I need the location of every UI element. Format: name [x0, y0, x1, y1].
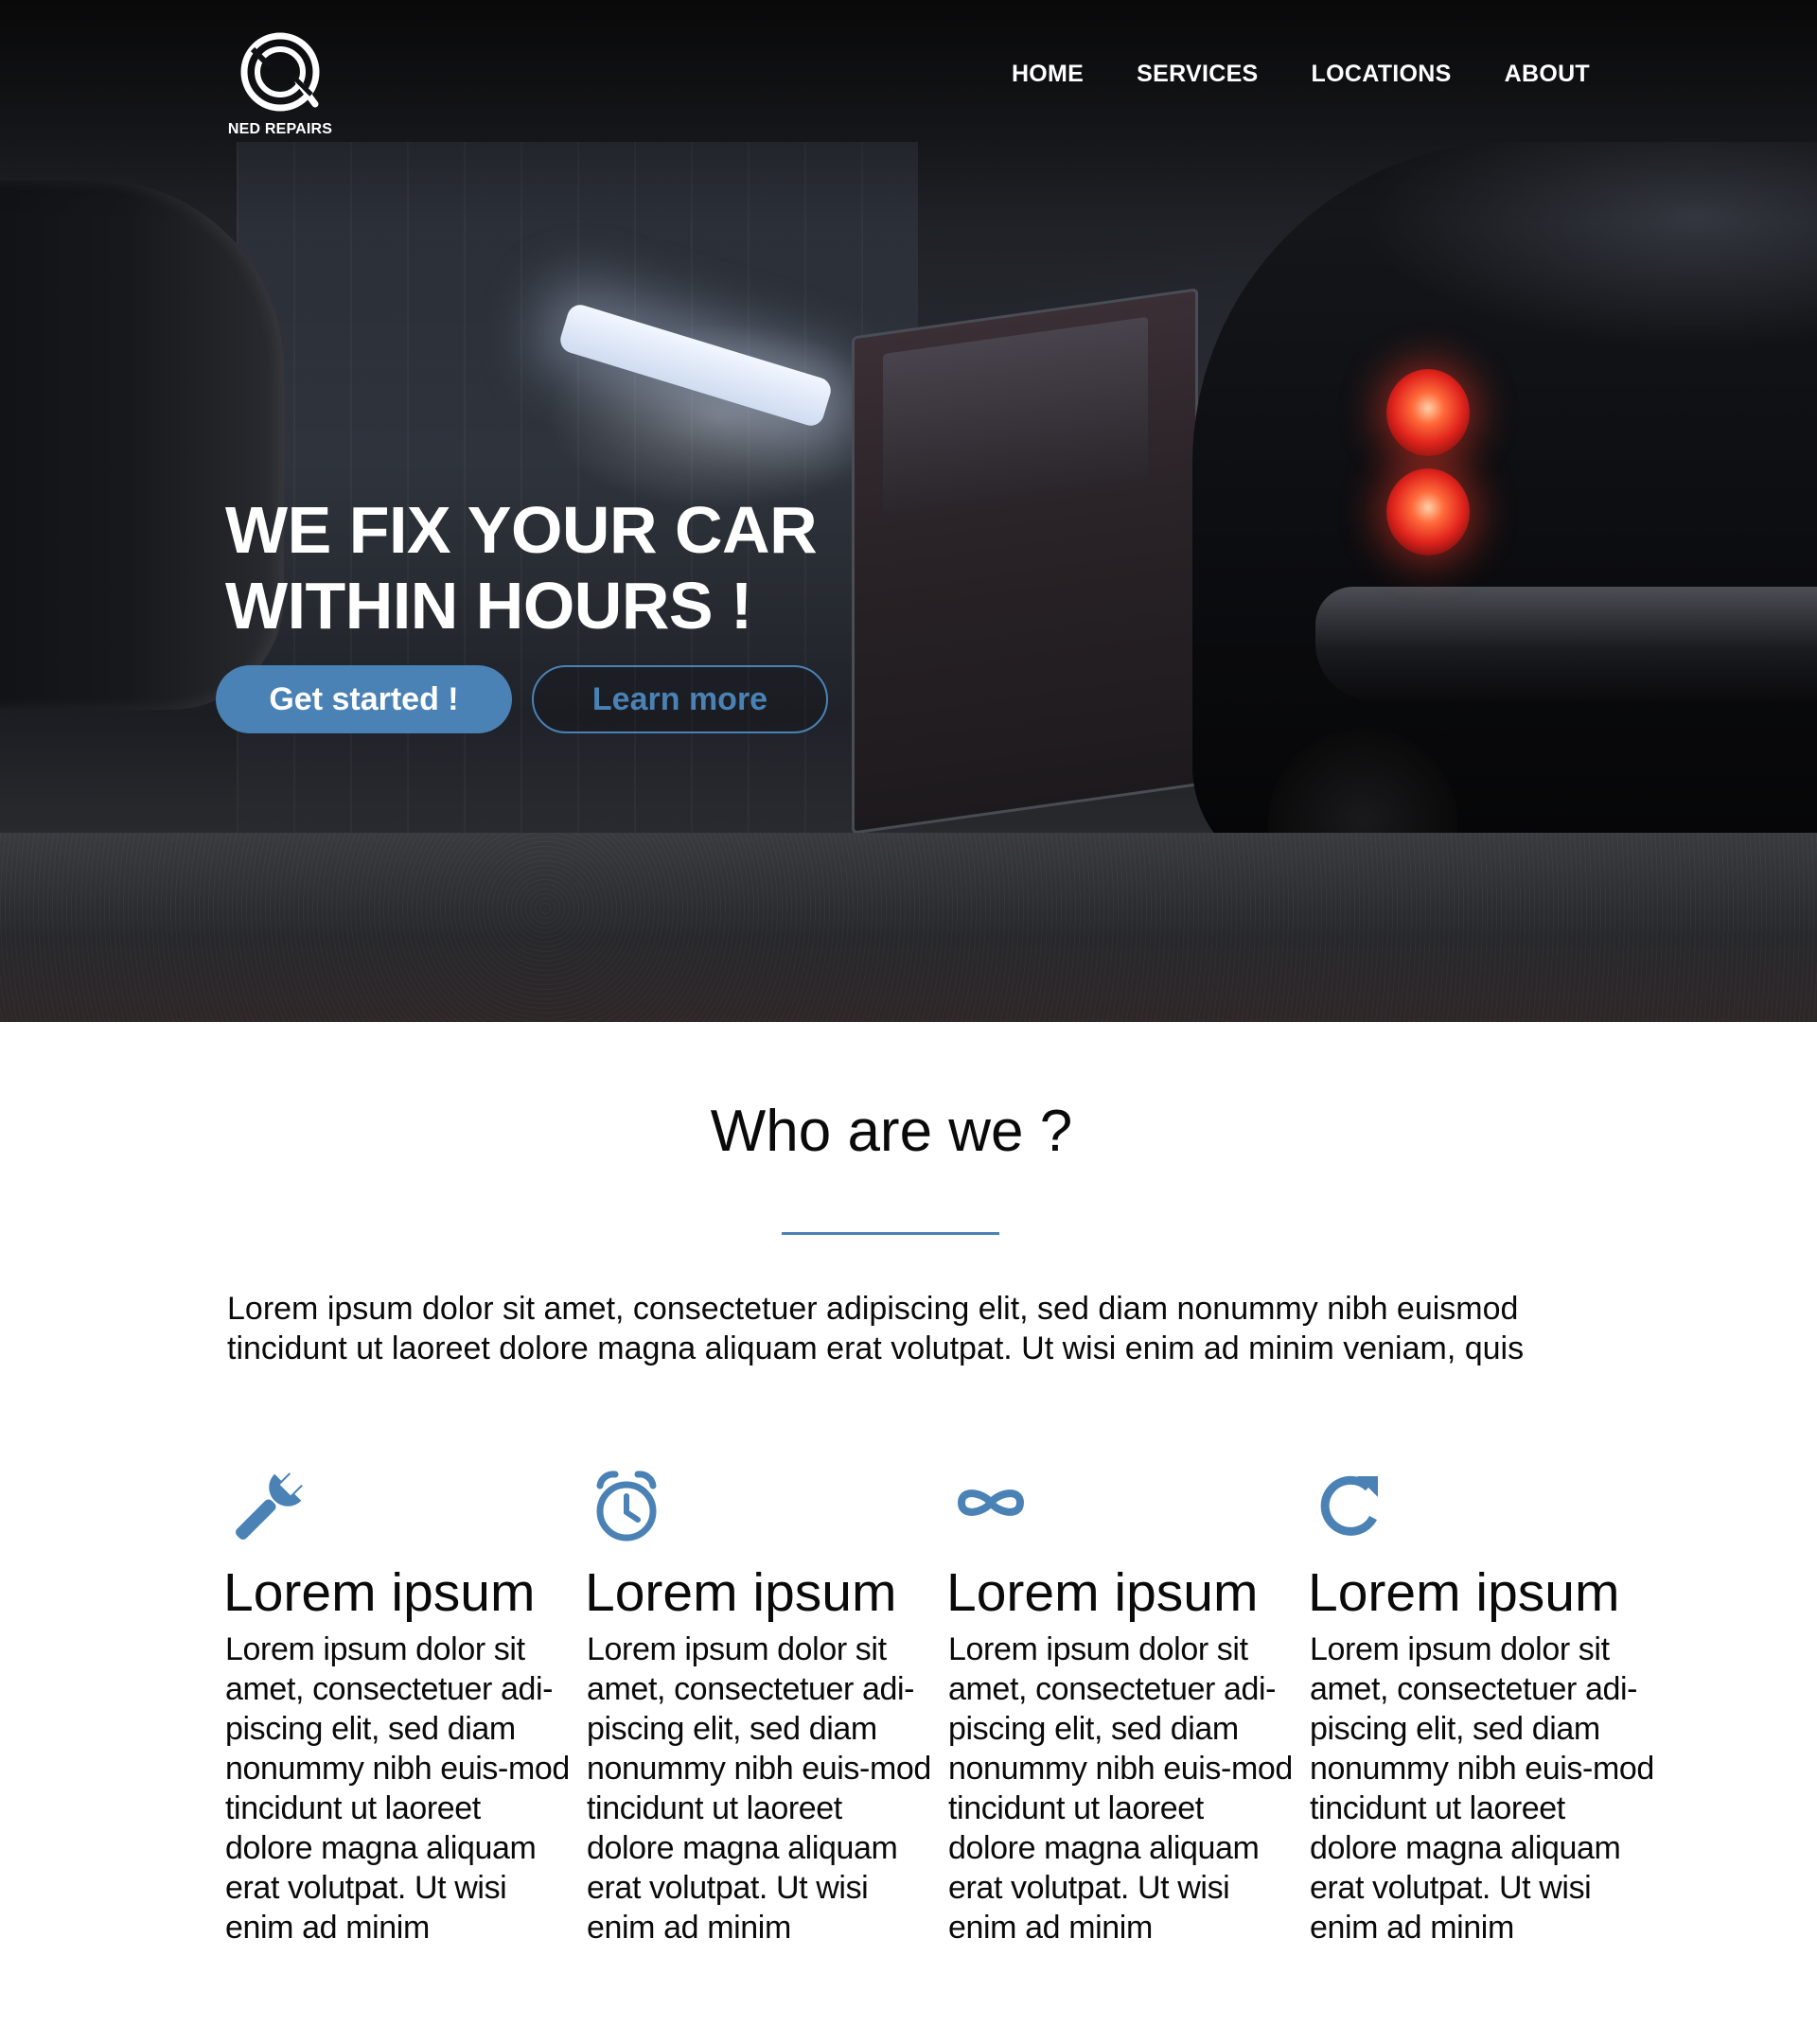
feature-title: Lorem ipsum [585, 1562, 897, 1623]
who-description: Lorem ipsum dolor sit amet, consectetuer… [227, 1291, 1525, 1366]
feature-title: Lorem ipsum [946, 1562, 1259, 1623]
main-nav: HOME SERVICES LOCATIONS ABOUT [1012, 61, 1590, 88]
hero-title: WE FIX YOUR CAR WITHIN HOURS ! [225, 492, 1077, 643]
refresh-icon [1320, 1475, 1378, 1536]
feature-title: Lorem ipsum [223, 1562, 536, 1623]
hero-title-line1: WE FIX YOUR CAR [225, 493, 818, 567]
feature-card-4: Lorem ipsum Lorem ipsum dolor sit amet, … [1308, 1465, 1655, 1947]
nav-locations[interactable]: LOCATIONS [1312, 61, 1452, 88]
nav-home[interactable]: HOME [1012, 61, 1084, 88]
feature-title: Lorem ipsum [1308, 1562, 1620, 1623]
infinity-icon [957, 1489, 1025, 1516]
alarm-clock-icon [596, 1471, 657, 1542]
feature-card-3: Lorem ipsum Lorem ipsum dolor sit amet, … [946, 1465, 1294, 1947]
wrench-icon [236, 1470, 306, 1540]
feature-card-2: Lorem ipsum Lorem ipsum dolor sit amet, … [585, 1465, 932, 1947]
get-started-button[interactable]: Get started ! [216, 665, 512, 733]
feature-card-1: Lorem ipsum Lorem ipsum dolor sit amet, … [223, 1465, 571, 1947]
feature-text: Lorem ipsum dolor sit amet, consectetuer… [587, 1631, 931, 1946]
learn-more-button[interactable]: Learn more [532, 665, 828, 733]
brand-logo[interactable]: NED REPAIRS [223, 28, 337, 138]
hero-title-line2: WITHIN HOURS ! [225, 569, 752, 643]
feature-text: Lorem ipsum dolor sit amet, consectetuer… [225, 1631, 570, 1946]
feature-text: Lorem ipsum dolor sit amet, consectetuer… [1310, 1631, 1654, 1946]
nav-services[interactable]: SERVICES [1137, 61, 1258, 88]
nav-about[interactable]: ABOUT [1505, 61, 1590, 88]
brand-name: NED REPAIRS [227, 121, 333, 137]
who-divider [782, 1232, 999, 1235]
logo-icon [240, 32, 320, 112]
who-title: Who are we ? [710, 1099, 1073, 1164]
hero-section: NED REPAIRS HOME SERVICES LOCATIONS ABOU… [0, 0, 1817, 1022]
feature-text: Lorem ipsum dolor sit amet, consectetuer… [948, 1631, 1293, 1946]
